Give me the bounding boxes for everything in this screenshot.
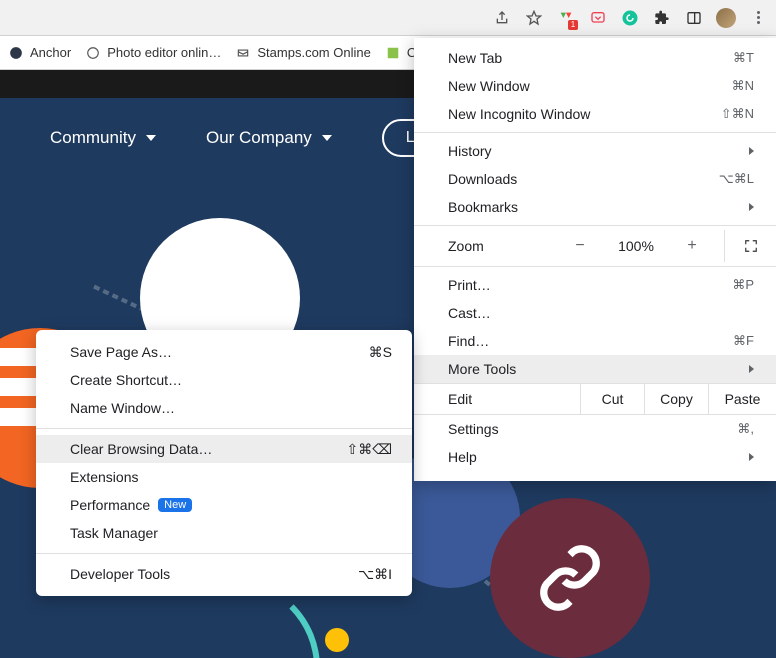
grammarly-icon[interactable]	[620, 8, 640, 28]
link-logo-circle	[490, 498, 650, 658]
menu-label: Clear Browsing Data…	[70, 441, 212, 457]
menu-separator	[36, 553, 412, 554]
menu-shortcut: ⌥⌘I	[358, 566, 392, 583]
submenu-arrow-icon	[749, 453, 754, 461]
submenu-name-window[interactable]: Name Window…	[36, 394, 412, 422]
menu-label: Bookmarks	[448, 199, 518, 215]
menu-new-window[interactable]: New Window ⌘N	[414, 72, 776, 100]
zoom-out-button[interactable]: −	[566, 237, 594, 255]
chrome-menu-button[interactable]	[748, 11, 768, 24]
menu-bookmarks[interactable]: Bookmarks	[414, 193, 776, 221]
menu-label: Performance	[70, 497, 150, 513]
menu-separator	[36, 428, 412, 429]
menu-new-incognito[interactable]: New Incognito Window ⇧⌘N	[414, 100, 776, 128]
browser-toolbar: 1	[0, 0, 776, 36]
menu-shortcut: ⇧⌘⌫	[346, 441, 392, 458]
menu-label: Find…	[448, 333, 489, 349]
edit-cut-button[interactable]: Cut	[580, 384, 644, 414]
menu-label: Edit	[414, 384, 580, 414]
menu-label: More Tools	[448, 361, 516, 377]
menu-shortcut: ⌘F	[733, 333, 754, 349]
menu-label: Name Window…	[70, 400, 175, 416]
menu-zoom-row: Zoom − 100% +	[414, 230, 776, 262]
photo-favicon	[85, 45, 101, 61]
menu-label: Cast…	[448, 305, 491, 321]
panel-icon[interactable]	[684, 8, 704, 28]
submenu-developer-tools[interactable]: Developer Tools ⌥⌘I	[36, 560, 412, 588]
zoom-in-button[interactable]: +	[678, 237, 706, 255]
bookmark-stamps[interactable]: Stamps.com Online	[235, 45, 370, 61]
menu-label: History	[448, 143, 492, 159]
menu-shortcut: ⇧⌘N	[721, 106, 754, 122]
yellow-dot-graphic	[325, 628, 349, 652]
menu-history[interactable]: History	[414, 137, 776, 165]
menu-label: Developer Tools	[70, 566, 170, 582]
menu-shortcut: ⌘S	[369, 344, 392, 361]
menu-print[interactable]: Print… ⌘P	[414, 271, 776, 299]
bookmark-photo-editor[interactable]: Photo editor onlin…	[85, 45, 221, 61]
submenu-arrow-icon	[749, 365, 754, 373]
submenu-clear-browsing-data[interactable]: Clear Browsing Data… ⇧⌘⌫	[36, 435, 412, 463]
edit-paste-button[interactable]: Paste	[708, 384, 776, 414]
menu-downloads[interactable]: Downloads ⌥⌘L	[414, 165, 776, 193]
menu-settings[interactable]: Settings ⌘,	[414, 415, 776, 443]
bookmark-label: Photo editor onlin…	[107, 45, 221, 60]
extension-colored-icon[interactable]: 1	[556, 8, 576, 28]
menu-find[interactable]: Find… ⌘F	[414, 327, 776, 355]
zoom-value: 100%	[612, 238, 660, 254]
bookmark-label: Anchor	[30, 45, 71, 60]
menu-shortcut: ⌘P	[732, 277, 754, 293]
stamps-favicon	[235, 45, 251, 61]
bookmark-anchor[interactable]: Anchor	[8, 45, 71, 61]
menu-cast[interactable]: Cast…	[414, 299, 776, 327]
menu-new-tab[interactable]: New Tab ⌘T	[414, 44, 776, 72]
bookmark-star-icon[interactable]	[524, 8, 544, 28]
menu-label: New Tab	[448, 50, 502, 66]
share-icon[interactable]	[492, 8, 512, 28]
generic-favicon	[385, 45, 401, 61]
menu-help[interactable]: Help	[414, 443, 776, 471]
submenu-arrow-icon	[749, 203, 754, 211]
submenu-performance[interactable]: Performance New	[36, 491, 412, 519]
submenu-task-manager[interactable]: Task Manager	[36, 519, 412, 547]
profile-avatar[interactable]	[716, 8, 736, 28]
menu-label: Downloads	[448, 171, 517, 187]
menu-label: Create Shortcut…	[70, 372, 182, 388]
menu-shortcut: ⌥⌘L	[719, 171, 754, 187]
submenu-arrow-icon	[749, 147, 754, 155]
more-tools-submenu: Save Page As… ⌘S Create Shortcut… Name W…	[36, 330, 412, 596]
menu-separator	[414, 132, 776, 133]
menu-separator	[414, 225, 776, 226]
menu-label: Print…	[448, 277, 491, 293]
menu-more-tools[interactable]: More Tools	[414, 355, 776, 383]
submenu-create-shortcut[interactable]: Create Shortcut…	[36, 366, 412, 394]
menu-label: Task Manager	[70, 525, 158, 541]
extensions-puzzle-icon[interactable]	[652, 8, 672, 28]
submenu-save-page[interactable]: Save Page As… ⌘S	[36, 338, 412, 366]
edit-copy-button[interactable]: Copy	[644, 384, 708, 414]
new-badge: New	[158, 498, 192, 512]
menu-label: Save Page As…	[70, 344, 172, 360]
pocket-icon[interactable]	[588, 8, 608, 28]
menu-shortcut: ⌘N	[732, 78, 754, 94]
menu-label: New Incognito Window	[448, 106, 590, 122]
menu-shortcut: ⌘T	[733, 50, 754, 66]
extension-badge-count: 1	[568, 20, 578, 30]
bookmark-label: Stamps.com Online	[257, 45, 370, 60]
menu-label: Zoom	[414, 238, 566, 254]
menu-shortcut: ⌘,	[737, 421, 754, 437]
chrome-main-menu: New Tab ⌘T New Window ⌘N New Incognito W…	[414, 38, 776, 481]
menu-label: Help	[448, 449, 477, 465]
menu-label: New Window	[448, 78, 530, 94]
fullscreen-button[interactable]	[724, 230, 776, 262]
menu-separator	[414, 266, 776, 267]
menu-label: Extensions	[70, 469, 138, 485]
anchor-favicon	[8, 45, 24, 61]
menu-edit-row: Edit Cut Copy Paste	[414, 383, 776, 415]
menu-label: Settings	[448, 421, 499, 437]
submenu-extensions[interactable]: Extensions	[36, 463, 412, 491]
